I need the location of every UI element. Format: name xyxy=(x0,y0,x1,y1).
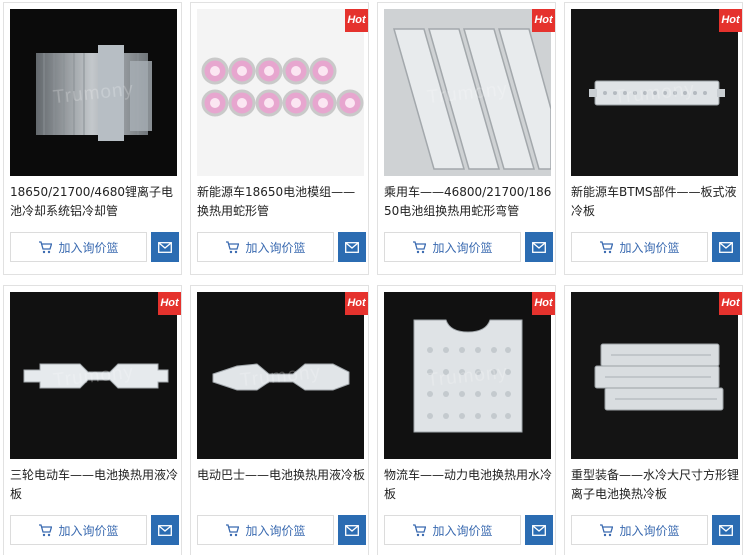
add-to-inquiry-label: 加入询价篮 xyxy=(58,523,119,538)
product-title[interactable]: 重型装备——水冷大尺寸方形锂离子电池换热冷板 xyxy=(571,466,739,504)
email-inquiry-button[interactable] xyxy=(151,232,179,262)
mail-icon xyxy=(345,241,359,253)
product-card[interactable]: Trumony Hot 电动巴士——电池换热用液冷板 加入询价篮 xyxy=(190,285,369,555)
product-image[interactable]: Trumony xyxy=(10,9,177,176)
email-inquiry-button[interactable] xyxy=(712,515,740,545)
product-card[interactable]: Hot 重型装备——水冷大尺寸方形锂离子电池换热冷板 加入询价篮 xyxy=(564,285,743,555)
product-image[interactable]: Trumony xyxy=(384,9,551,176)
cart-icon xyxy=(413,523,427,536)
email-inquiry-button[interactable] xyxy=(338,515,366,545)
product-image[interactable] xyxy=(571,292,738,459)
product-card[interactable]: Trumony Hot 三轮电动车——电池换热用液冷板 加入询价篮 xyxy=(3,285,182,555)
add-to-inquiry-button[interactable]: 加入询价篮 xyxy=(384,515,521,545)
mail-icon xyxy=(719,241,733,253)
product-title[interactable]: 新能源车18650电池模组——换热用蛇形管 xyxy=(197,183,365,221)
cart-icon xyxy=(39,240,53,253)
product-image[interactable]: Trumony xyxy=(197,292,364,459)
product-card[interactable]: Trumony 18650/21700/4680锂离子电池冷却系统铝冷却管 加入… xyxy=(3,2,182,275)
add-to-inquiry-button[interactable]: 加入询价篮 xyxy=(197,232,334,262)
add-to-inquiry-label: 加入询价篮 xyxy=(58,240,119,255)
product-title[interactable]: 新能源车BTMS部件——板式液冷板 xyxy=(571,183,739,221)
serpentine-pink-cells-illustration xyxy=(197,9,364,176)
product-image[interactable]: Trumony xyxy=(384,292,551,459)
add-to-inquiry-label: 加入询价篮 xyxy=(245,523,306,538)
add-to-inquiry-label: 加入询价篮 xyxy=(432,523,493,538)
email-inquiry-button[interactable] xyxy=(338,232,366,262)
mail-icon xyxy=(158,241,172,253)
product-image[interactable] xyxy=(197,9,364,176)
add-to-inquiry-label: 加入询价篮 xyxy=(619,240,680,255)
product-image[interactable]: Trumony xyxy=(10,292,177,459)
mail-icon xyxy=(719,524,733,536)
cart-icon xyxy=(226,523,240,536)
email-inquiry-button[interactable] xyxy=(525,232,553,262)
mail-icon xyxy=(345,524,359,536)
mail-icon xyxy=(532,241,546,253)
hot-badge: Hot xyxy=(719,9,742,32)
add-to-inquiry-label: 加入询价篮 xyxy=(432,240,493,255)
product-title[interactable]: 18650/21700/4680锂离子电池冷却系统铝冷却管 xyxy=(10,183,178,221)
cart-icon xyxy=(226,240,240,253)
product-title[interactable]: 乘用车——46800/21700/18650电池组换热用蛇形弯管 xyxy=(384,183,552,221)
stacked-cold-plates-illustration xyxy=(571,292,738,459)
product-card[interactable]: Trumony Hot 物流车——动力电池换热用水冷板 加入询价篮 xyxy=(377,285,556,555)
cart-icon xyxy=(600,523,614,536)
product-card[interactable]: Hot 新能源车18650电池模组——换热用蛇形管 加入询价篮 xyxy=(190,2,369,275)
product-card[interactable]: Trumony Hot 新能源车BTMS部件——板式液冷板 加入询价篮 xyxy=(564,2,743,275)
add-to-inquiry-label: 加入询价篮 xyxy=(245,240,306,255)
hot-badge: Hot xyxy=(345,9,368,32)
cart-icon xyxy=(413,240,427,253)
hot-badge: Hot xyxy=(719,292,742,315)
mail-icon xyxy=(158,524,172,536)
add-to-inquiry-button[interactable]: 加入询价篮 xyxy=(197,515,334,545)
hot-badge: Hot xyxy=(532,292,555,315)
add-to-inquiry-button[interactable]: 加入询价篮 xyxy=(10,515,147,545)
product-title[interactable]: 电动巴士——电池换热用液冷板 xyxy=(197,466,365,485)
cart-icon xyxy=(39,523,53,536)
hot-badge: Hot xyxy=(345,292,368,315)
product-card[interactable]: Trumony Hot 乘用车——46800/21700/18650电池组换热用… xyxy=(377,2,556,275)
add-to-inquiry-button[interactable]: 加入询价篮 xyxy=(571,515,708,545)
add-to-inquiry-button[interactable]: 加入询价篮 xyxy=(10,232,147,262)
add-to-inquiry-button[interactable]: 加入询价篮 xyxy=(571,232,708,262)
mail-icon xyxy=(532,524,546,536)
email-inquiry-button[interactable] xyxy=(525,515,553,545)
email-inquiry-button[interactable] xyxy=(151,515,179,545)
email-inquiry-button[interactable] xyxy=(712,232,740,262)
hot-badge: Hot xyxy=(158,292,181,315)
product-title[interactable]: 三轮电动车——电池换热用液冷板 xyxy=(10,466,178,504)
cart-icon xyxy=(600,240,614,253)
add-to-inquiry-label: 加入询价篮 xyxy=(619,523,680,538)
add-to-inquiry-button[interactable]: 加入询价篮 xyxy=(384,232,521,262)
hot-badge: Hot xyxy=(532,9,555,32)
product-image[interactable]: Trumony xyxy=(571,9,738,176)
product-title[interactable]: 物流车——动力电池换热用水冷板 xyxy=(384,466,552,504)
